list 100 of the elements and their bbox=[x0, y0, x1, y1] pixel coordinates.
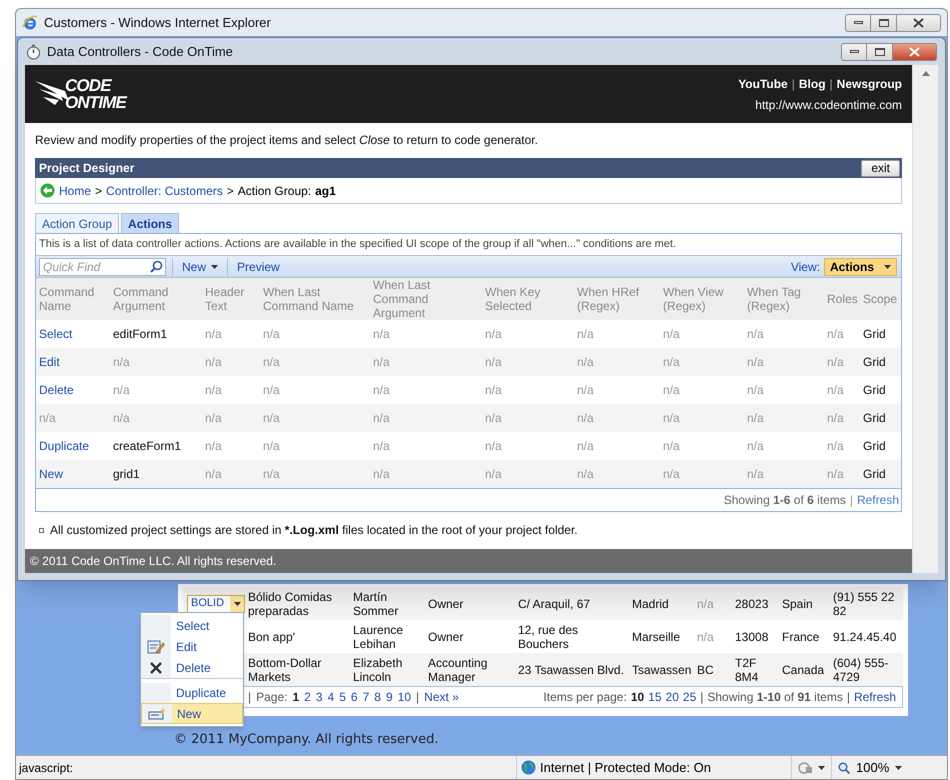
table-cell: Grid bbox=[863, 355, 886, 369]
new-button[interactable]: New bbox=[173, 258, 228, 276]
minimize-button[interactable] bbox=[841, 42, 867, 60]
table-cell: n/a bbox=[113, 411, 130, 425]
view-dropdown[interactable]: Actions bbox=[824, 258, 897, 276]
refresh-link[interactable]: Refresh bbox=[854, 688, 896, 706]
page-footer: © 2011 MyCompany. All rights reserved. bbox=[174, 730, 438, 750]
table-cell: n/a bbox=[373, 467, 390, 481]
page-size-link[interactable]: 10 bbox=[630, 688, 644, 706]
stopwatch-icon bbox=[26, 44, 41, 60]
table-cell: Owner bbox=[428, 630, 464, 644]
security-zone: Internet | Protected Mode: On bbox=[540, 758, 712, 777]
table-cell: n/a bbox=[827, 411, 844, 425]
breadcrumb-link[interactable]: Controller: Customers bbox=[106, 182, 223, 200]
table-cell: 28023 bbox=[735, 596, 768, 610]
page-link[interactable]: 6 bbox=[350, 688, 358, 706]
command-link[interactable]: Duplicate bbox=[39, 439, 90, 453]
items-per-page-label: Items per page: bbox=[543, 689, 627, 706]
page-size-link[interactable]: 15 bbox=[648, 688, 662, 706]
page-link[interactable]: 2 bbox=[304, 688, 311, 706]
caret-icon bbox=[818, 766, 825, 770]
dialog-title: Data Controllers - Code OnTime bbox=[47, 42, 234, 61]
page-link[interactable]: 1 bbox=[292, 688, 300, 706]
page-link[interactable]: 3 bbox=[316, 688, 323, 706]
exit-button[interactable]: exit bbox=[861, 160, 900, 176]
zoom-level[interactable]: 100% bbox=[856, 758, 890, 778]
scrollbar[interactable] bbox=[912, 65, 938, 573]
page-link[interactable]: 7 bbox=[362, 688, 370, 706]
globe-icon bbox=[521, 760, 536, 775]
table-cell: n/a bbox=[205, 467, 222, 481]
refresh-link[interactable]: Refresh bbox=[856, 491, 899, 509]
close-icon bbox=[909, 46, 920, 56]
next-link[interactable]: Next » bbox=[424, 688, 459, 706]
table-cell: (91) 555 22 82 bbox=[833, 590, 894, 618]
table-cell: n/a bbox=[577, 411, 594, 425]
pager-summary: Showing 1-6 of 6 items bbox=[724, 492, 846, 509]
table-cell: 91.24.45.40 bbox=[833, 630, 896, 644]
preview-button[interactable]: Preview bbox=[228, 258, 289, 276]
table-cell: n/a bbox=[205, 411, 222, 425]
table-cell: n/a bbox=[663, 439, 680, 453]
menu-item[interactable]: Delete bbox=[141, 657, 243, 678]
tab[interactable]: Actions bbox=[121, 213, 180, 233]
table-cell: n/a bbox=[663, 355, 680, 369]
separator-text: | bbox=[850, 492, 853, 509]
table-cell: (604) 555-4729 bbox=[833, 656, 888, 684]
logo-text: ONTIME bbox=[65, 94, 126, 111]
table-cell: n/a bbox=[373, 439, 390, 453]
table-cell: n/a bbox=[485, 467, 502, 481]
caret-icon bbox=[211, 264, 218, 268]
tab[interactable]: Action Group bbox=[35, 213, 120, 233]
table-cell: createForm1 bbox=[113, 439, 182, 453]
command-link[interactable]: New bbox=[39, 467, 64, 481]
header-link[interactable]: Blog bbox=[798, 74, 826, 92]
page-link[interactable]: 4 bbox=[328, 688, 334, 706]
close-button[interactable] bbox=[893, 42, 937, 60]
table-cell: Spain bbox=[782, 596, 813, 610]
maximize-button[interactable] bbox=[867, 42, 893, 60]
command-link[interactable]: Delete bbox=[39, 383, 74, 397]
table-cell: n/a bbox=[827, 355, 844, 369]
designer-title: Project Designer bbox=[39, 160, 134, 177]
table-cell: editForm1 bbox=[113, 327, 168, 341]
command-link[interactable]: Edit bbox=[39, 355, 60, 369]
note-text: All customized project settings are stored in *.Log.xml files located in the root of your project folder. bbox=[50, 522, 578, 539]
search-icon[interactable] bbox=[150, 260, 163, 272]
page-link[interactable]: 9 bbox=[386, 688, 393, 706]
page-link[interactable]: 8 bbox=[374, 688, 381, 706]
caret-icon bbox=[895, 766, 902, 770]
table-cell: n/a bbox=[827, 327, 844, 341]
breadcrumb-separator: > bbox=[95, 182, 102, 200]
command-link[interactable]: Select bbox=[39, 327, 72, 341]
table-cell: Elizabeth Lincoln bbox=[353, 656, 402, 684]
menu-item[interactable]: Edit bbox=[141, 636, 243, 657]
header-link[interactable]: YouTube bbox=[738, 74, 788, 92]
close-button[interactable] bbox=[897, 14, 941, 32]
table-cell: n/a bbox=[663, 327, 680, 341]
table-cell: n/a bbox=[747, 411, 764, 425]
table-cell: n/a bbox=[263, 411, 280, 425]
scroll-up-icon[interactable] bbox=[922, 71, 930, 76]
menu-item[interactable]: New bbox=[141, 703, 243, 724]
separator-text: | bbox=[792, 76, 795, 92]
table-cell: n/a bbox=[577, 327, 594, 341]
footer-text: © 2011 Code OnTime LLC. All rights reserved. bbox=[30, 553, 276, 570]
page-link[interactable]: 5 bbox=[339, 688, 346, 706]
maximize-button[interactable] bbox=[871, 14, 897, 32]
table-cell: n/a bbox=[663, 411, 680, 425]
menu-item[interactable]: Select bbox=[141, 615, 243, 636]
table-cell: Grid bbox=[863, 467, 886, 481]
table-cell: T2F 8M4 bbox=[735, 656, 758, 684]
page-label: Page: bbox=[256, 689, 288, 706]
lookup-dropdown[interactable]: BOLID bbox=[187, 594, 245, 612]
breadcrumb-link[interactable]: Home bbox=[59, 182, 92, 200]
quick-find-field[interactable]: Quick Find bbox=[39, 258, 166, 276]
minimize-button[interactable] bbox=[845, 14, 871, 32]
page-size-link[interactable]: 25 bbox=[682, 688, 696, 706]
separator-text: | bbox=[416, 689, 420, 706]
table-cell: n/a bbox=[697, 630, 714, 644]
page-link[interactable]: 10 bbox=[398, 688, 412, 706]
page-size-link[interactable]: 20 bbox=[666, 688, 679, 706]
header-link[interactable]: Newsgroup bbox=[836, 74, 902, 92]
table-cell: Grid bbox=[863, 327, 886, 341]
